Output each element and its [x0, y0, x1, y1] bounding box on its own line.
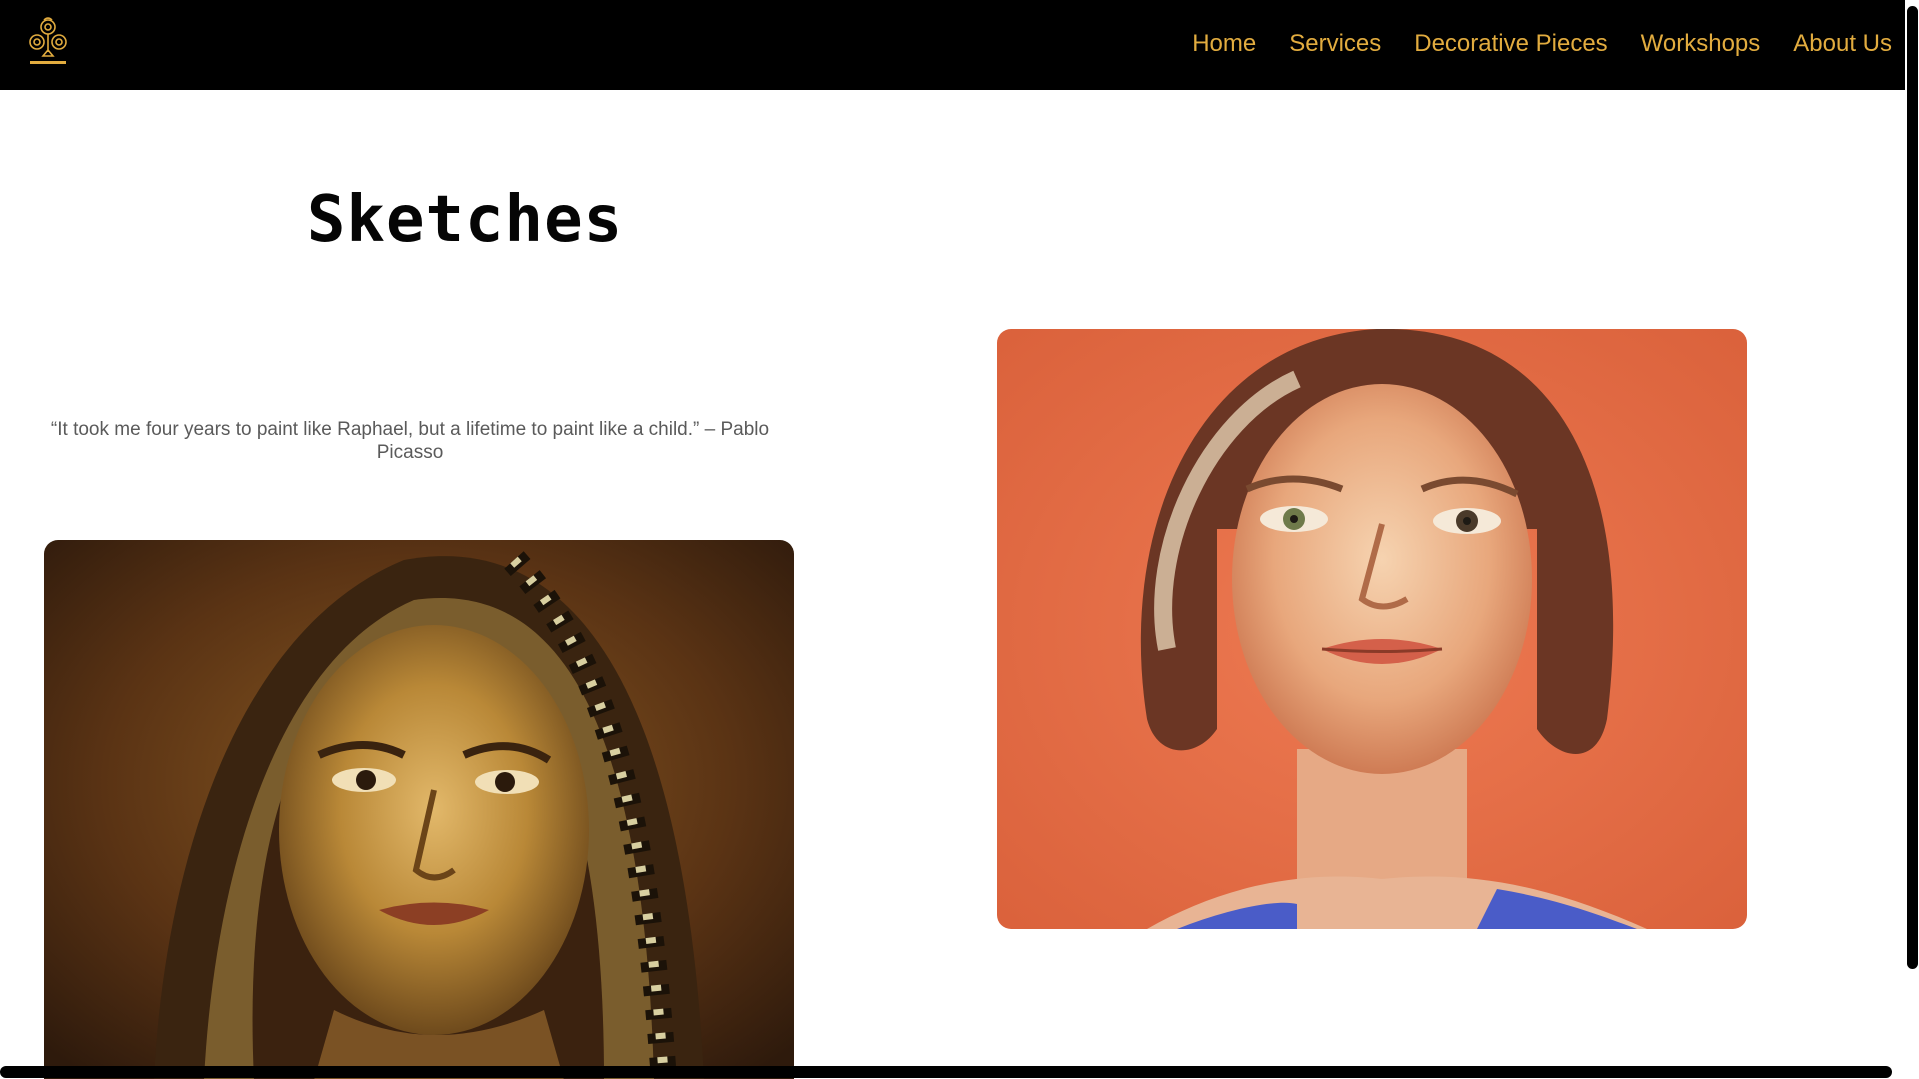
nav-decorative-pieces-link[interactable]: Decorative Pieces — [1414, 28, 1607, 60]
site-header: Home Services Decorative Pieces Workshop… — [0, 0, 1905, 90]
nav-about-us-link[interactable]: About Us — [1793, 28, 1892, 60]
vertical-scrollbar[interactable] — [1905, 0, 1919, 1079]
vertical-scrollbar-thumb[interactable] — [1907, 6, 1918, 969]
pastel-portrait-image[interactable] — [997, 329, 1747, 929]
nav-workshops-link[interactable]: Workshops — [1641, 28, 1761, 60]
veiled-woman-painting-image[interactable] — [44, 540, 794, 1079]
nav-home-link[interactable]: Home — [1192, 28, 1256, 60]
nav-services-link[interactable]: Services — [1289, 28, 1381, 60]
horizontal-scrollbar-thumb[interactable] — [0, 1066, 1892, 1078]
main-navigation: Home Services Decorative Pieces Workshop… — [1192, 28, 1892, 60]
page-title: Sketches — [306, 183, 624, 257]
page: Home Services Decorative Pieces Workshop… — [0, 0, 1919, 1079]
picasso-quote: “It took me four years to paint like Rap… — [50, 419, 770, 463]
club-ornament-logo-icon[interactable] — [25, 14, 71, 70]
